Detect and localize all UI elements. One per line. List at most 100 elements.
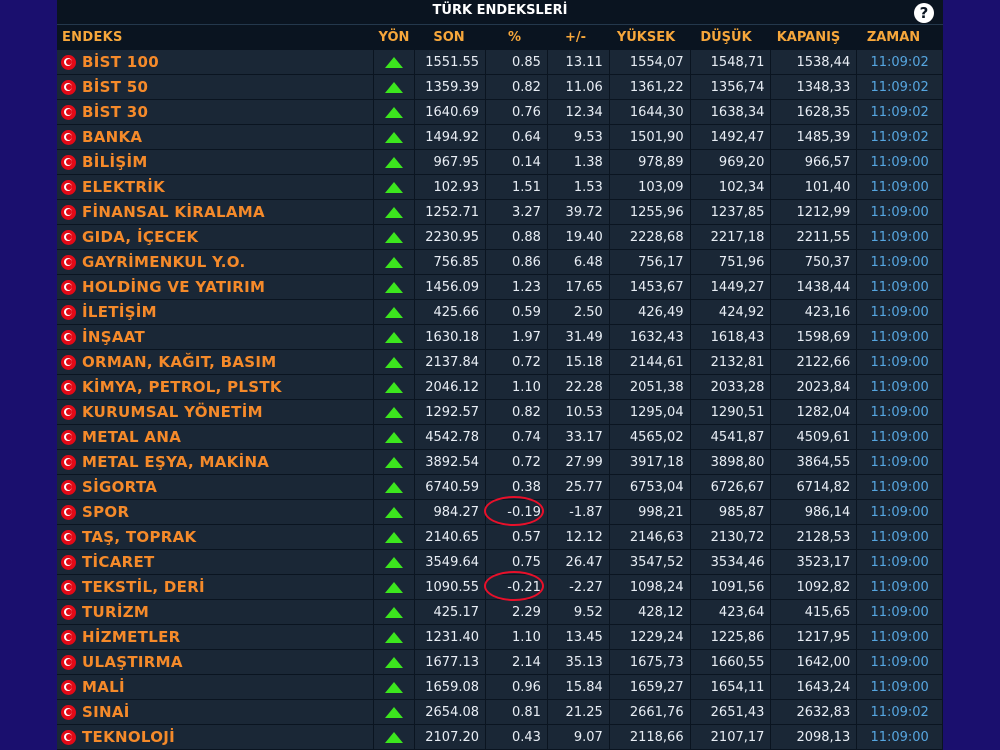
col-header-low[interactable]: DÜŞÜK [686,30,766,45]
col-header-chg[interactable]: +/- [545,30,606,45]
index-name[interactable]: ELEKTRİK [82,178,165,196]
last-value: 1551.55 [415,50,486,74]
index-name[interactable]: MALİ [82,678,125,696]
index-name-cell[interactable]: MALİ [57,675,374,699]
col-header-high[interactable]: YÜKSEK [606,30,686,45]
table-row[interactable]: TAŞ, TOPRAK 2140.65 0.57 12.12 2146,63 2130,7… [57,525,943,550]
index-name-cell[interactable]: TAŞ, TOPRAK [57,525,374,549]
index-name-cell[interactable]: HOLDİNG VE YATIRIM [57,275,374,299]
table-row[interactable]: BİST 50 1359.39 0.82 11.06 1361,22 1356,74 134… [57,75,943,100]
table-row[interactable]: İNŞAAT 1630.18 1.97 31.49 1632,43 1618,43 1598… [57,325,943,350]
index-name-cell[interactable]: TEKSTİL, DERİ [57,575,374,599]
index-name-cell[interactable]: GAYRİMENKUL Y.O. [57,250,374,274]
col-header-son[interactable]: SON [414,30,484,45]
index-name[interactable]: KİMYA, PETROL, PLSTK [82,378,282,396]
index-name-cell[interactable]: BİLİŞİM [57,150,374,174]
table-row[interactable]: ORMAN, KAĞIT, BASIM 2137.84 0.72 15.18 2144,… [57,350,943,375]
index-name[interactable]: ORMAN, KAĞIT, BASIM [82,353,277,371]
question-icon[interactable]: ? [914,3,934,23]
table-row[interactable]: MALİ 1659.08 0.96 15.84 1659,27 1654,11 1643,2… [57,675,943,700]
index-name[interactable]: TİCARET [82,553,155,571]
table-row[interactable]: BİST 30 1640.69 0.76 12.34 1644,30 1638,34 162… [57,100,943,125]
index-name[interactable]: TEKSTİL, DERİ [82,578,205,596]
index-name[interactable]: BİLİŞİM [82,153,148,171]
index-name[interactable]: HİZMETLER [82,628,180,646]
index-name[interactable]: TURİZM [82,603,149,621]
index-name[interactable]: İLETİŞİM [82,303,157,321]
index-name[interactable]: METAL EŞYA, MAKİNA [82,453,269,471]
index-name-cell[interactable]: GIDA, İÇECEK [57,225,374,249]
table-row[interactable]: BİLİŞİM 967.95 0.14 1.38 978,89 969,20 966,57 1… [57,150,943,175]
index-name[interactable]: KURUMSAL YÖNETİM [82,403,263,421]
table-row[interactable]: ELEKTRİK 102.93 1.51 1.53 103,09 102,34 101,40… [57,175,943,200]
index-name[interactable]: İNŞAAT [82,328,145,346]
index-name-cell[interactable]: BANKA [57,125,374,149]
index-name-cell[interactable]: SPOR [57,500,374,524]
col-header-close[interactable]: KAPANIŞ [766,30,851,45]
turkish-flag-icon [61,354,76,370]
table-row[interactable]: İLETİŞİM 425.66 0.59 2.50 426,49 424,92 423,16… [57,300,943,325]
table-row[interactable]: SİGORTA 6740.59 0.38 25.77 6753,04 6726,67 671… [57,475,943,500]
index-name-cell[interactable]: METAL EŞYA, MAKİNA [57,450,374,474]
table-row[interactable]: GIDA, İÇECEK 2230.95 0.88 19.40 2228,68 2217,… [57,225,943,250]
table-row[interactable]: ULAŞTIRMA 1677.13 2.14 35.13 1675,73 1660,55 1… [57,650,943,675]
close-value: 2128,53 [771,525,857,549]
index-name-cell[interactable]: SİGORTA [57,475,374,499]
table-row[interactable]: BİST 100 1551.55 0.85 13.11 1554,07 1548,71 15… [57,50,943,75]
index-name-cell[interactable]: İNŞAAT [57,325,374,349]
table-row[interactable]: TEKSTİL, DERİ 1090.55 -0.21 -2.27 1098,24 109… [57,571,943,601]
index-name-cell[interactable]: ELEKTRİK [57,175,374,199]
table-row[interactable]: SPOR 984.27 -0.19 -1.87 998,21 985,87 986,14 11… [57,496,943,526]
index-name[interactable]: BİST 30 [82,103,148,121]
index-name[interactable]: TEKNOLOJİ [82,728,175,746]
index-name[interactable]: ULAŞTIRMA [82,653,183,671]
index-name[interactable]: HOLDİNG VE YATIRIM [82,278,265,296]
index-name[interactable]: SPOR [82,503,129,521]
table-row[interactable]: METAL EŞYA, MAKİNA 3892.54 0.72 27.99 3917,1… [57,450,943,475]
index-name[interactable]: SINAİ [82,703,130,721]
index-name-cell[interactable]: HİZMETLER [57,625,374,649]
table-row[interactable]: TEKNOLOJİ 2107.20 0.43 9.07 2118,66 2107,17 20… [57,725,943,750]
table-row[interactable]: HOLDİNG VE YATIRIM 1456.09 1.23 17.65 1453,6… [57,275,943,300]
table-row[interactable]: KİMYA, PETROL, PLSTK 2046.12 1.10 22.28 2051… [57,375,943,400]
index-name[interactable]: BİST 50 [82,78,148,96]
col-header-time[interactable]: ZAMAN [851,30,936,45]
col-header-name[interactable]: ENDEKS [57,30,374,45]
table-row[interactable]: METAL ANA 4542.78 0.74 33.17 4565,02 4541,87 4… [57,425,943,450]
index-name[interactable]: FİNANSAL KİRALAMA [82,203,265,221]
index-name-cell[interactable]: KURUMSAL YÖNETİM [57,400,374,424]
index-name[interactable]: METAL ANA [82,428,181,446]
col-header-dir[interactable]: YÖN [374,30,414,45]
table-row[interactable]: BANKA 1494.92 0.64 9.53 1501,90 1492,47 1485,3… [57,125,943,150]
table-row[interactable]: KURUMSAL YÖNETİM 1292.57 0.82 10.53 1295,04 1… [57,400,943,425]
index-name-cell[interactable]: TURİZM [57,600,374,624]
index-name-cell[interactable]: ORMAN, KAĞIT, BASIM [57,350,374,374]
table-row[interactable]: GAYRİMENKUL Y.O. 756.85 0.86 6.48 756,17 751,… [57,250,943,275]
col-header-pct[interactable]: % [484,30,545,45]
percent-change: 1.10 [486,625,547,649]
index-name-cell[interactable]: TİCARET [57,550,374,574]
direction-cell [374,175,415,199]
table-row[interactable]: TİCARET 3549.64 0.75 26.47 3547,52 3534,46 352… [57,550,943,575]
last-value: 1640.69 [415,100,486,124]
index-name[interactable]: GIDA, İÇECEK [82,228,198,246]
index-name-cell[interactable]: ULAŞTIRMA [57,650,374,674]
table-row[interactable]: FİNANSAL KİRALAMA 1252.71 3.27 39.72 1255,96… [57,200,943,225]
index-name[interactable]: GAYRİMENKUL Y.O. [82,253,246,271]
index-name[interactable]: BANKA [82,128,142,146]
index-name[interactable]: TAŞ, TOPRAK [82,528,196,546]
table-row[interactable]: TURİZM 425.17 2.29 9.52 428,12 423,64 415,65 11… [57,600,943,625]
table-row[interactable]: HİZMETLER 1231.40 1.10 13.45 1229,24 1225,86 1… [57,625,943,650]
index-name-cell[interactable]: İLETİŞİM [57,300,374,324]
index-name-cell[interactable]: TEKNOLOJİ [57,725,374,749]
index-name-cell[interactable]: BİST 100 [57,50,374,74]
index-name-cell[interactable]: FİNANSAL KİRALAMA [57,200,374,224]
table-row[interactable]: SINAİ 2654.08 0.81 21.25 2661,76 2651,43 2632,… [57,700,943,725]
index-name-cell[interactable]: KİMYA, PETROL, PLSTK [57,375,374,399]
index-name-cell[interactable]: BİST 30 [57,100,374,124]
index-name-cell[interactable]: SINAİ [57,700,374,724]
index-name-cell[interactable]: BİST 50 [57,75,374,99]
index-name[interactable]: BİST 100 [82,53,159,71]
index-name[interactable]: SİGORTA [82,478,157,496]
index-name-cell[interactable]: METAL ANA [57,425,374,449]
